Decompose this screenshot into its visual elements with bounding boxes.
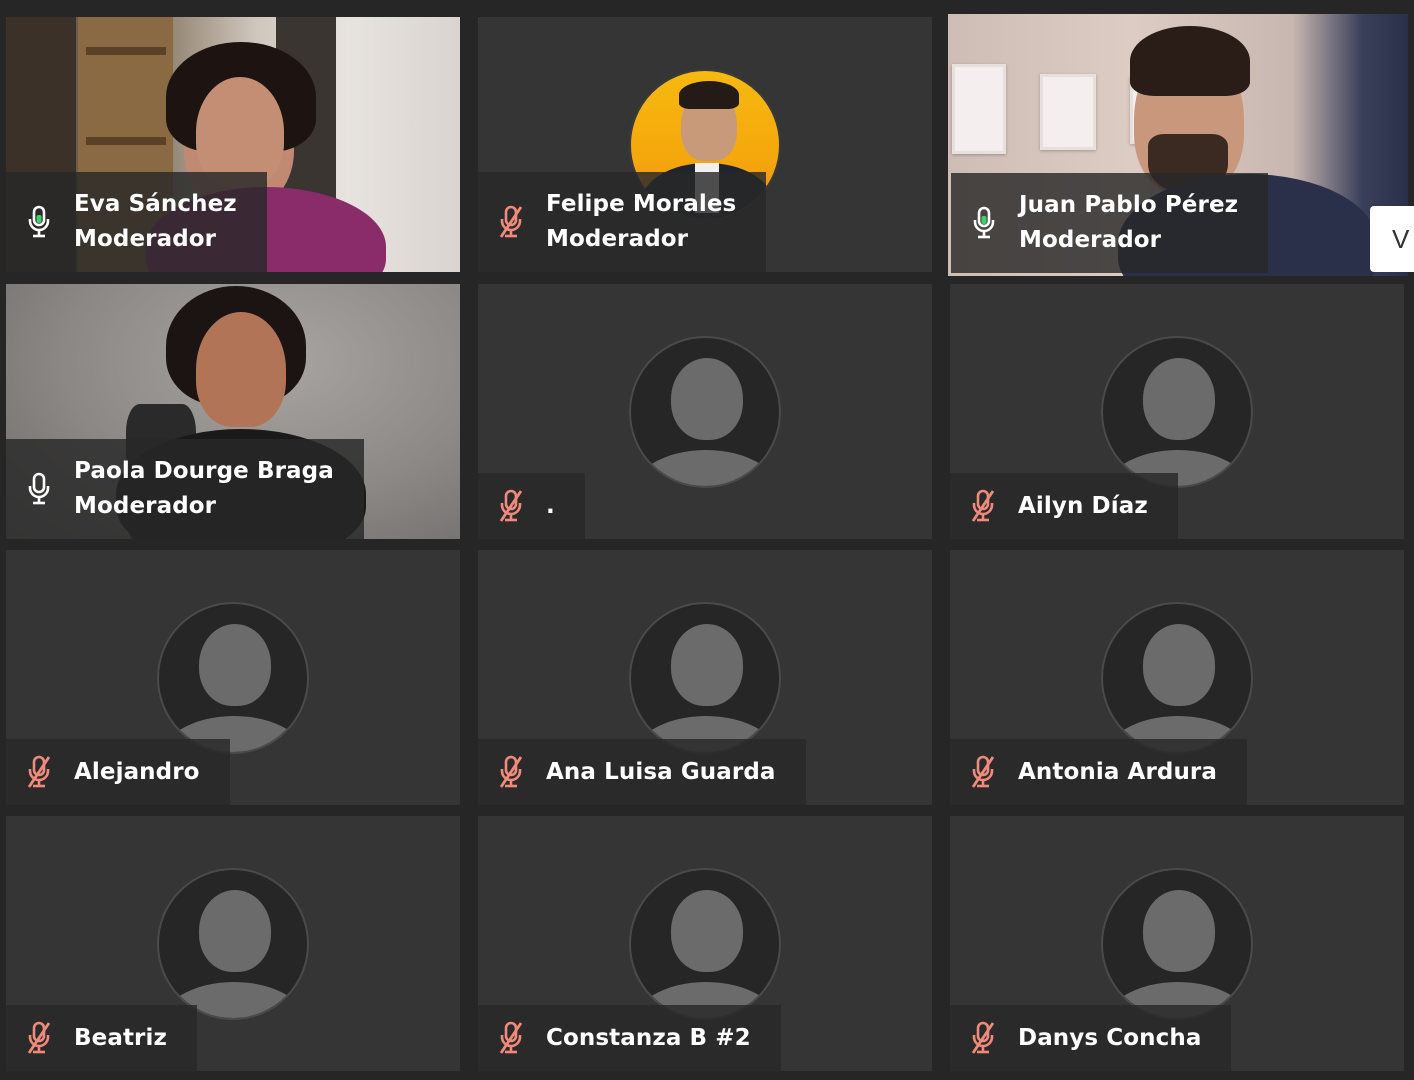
default-avatar-icon [629, 867, 781, 1020]
microphone-muted-icon [970, 755, 996, 789]
microphone-muted-icon [498, 755, 524, 789]
participant-tile-paola[interactable]: Paola Dourge Braga Moderador [6, 284, 460, 539]
participant-name: Constanza B #2 [546, 1024, 751, 1051]
participant-tile-danys[interactable]: Danys Concha [950, 816, 1404, 1071]
participant-name-badge: Ailyn Díaz [950, 473, 1178, 539]
participant-tile-dot[interactable]: . [478, 284, 932, 539]
participant-name: Antonia Ardura [1018, 758, 1217, 785]
participant-name-badge: Beatriz [6, 1005, 197, 1071]
participant-tile-juan-pablo[interactable]: Juan Pablo Pérez Moderador [948, 14, 1408, 276]
default-avatar-icon [1101, 867, 1253, 1020]
participant-name: Beatriz [74, 1024, 167, 1051]
participant-name: Alejandro [74, 758, 200, 785]
microphone-muted-icon [26, 755, 52, 789]
participant-tile-beatriz[interactable]: Beatriz [6, 816, 460, 1071]
participant-name-badge: Paola Dourge Braga Moderador [6, 439, 364, 539]
participant-name: Eva Sánchez [74, 191, 237, 217]
microphone-muted-icon [498, 489, 524, 523]
microphone-muted-icon [970, 1021, 996, 1055]
microphone-on-icon [26, 205, 52, 239]
participant-tile-ana-luisa[interactable]: Ana Luisa Guarda [478, 550, 932, 805]
participant-name-badge: Antonia Ardura [950, 739, 1247, 805]
participant-name-badge: Ana Luisa Guarda [478, 739, 806, 805]
participant-name: Paola Dourge Braga [74, 458, 334, 484]
microphone-on-icon [971, 206, 997, 240]
microphone-muted-icon [498, 1021, 524, 1055]
participant-name-badge: Eva Sánchez Moderador [6, 172, 267, 272]
participant-name: Felipe Morales [546, 191, 737, 217]
participant-tile-ailyn[interactable]: Ailyn Díaz [950, 284, 1404, 539]
participant-name: Ailyn Díaz [1018, 492, 1148, 519]
participant-name: Ana Luisa Guarda [546, 758, 776, 785]
participant-name-badge: Felipe Morales Moderador [478, 172, 767, 272]
microphone-muted-icon [26, 1021, 52, 1055]
default-avatar-icon [629, 335, 781, 488]
participant-tile-eva[interactable]: Eva Sánchez Moderador [6, 17, 460, 272]
participant-name-badge: Alejandro [6, 739, 230, 805]
microphone-muted-icon [498, 205, 524, 239]
participant-name-badge: Danys Concha [950, 1005, 1232, 1071]
participant-name-badge: Constanza B #2 [478, 1005, 781, 1071]
default-avatar-icon [629, 601, 781, 754]
default-avatar-icon [1101, 601, 1253, 754]
participant-name-badge: Juan Pablo Pérez Moderador [951, 173, 1269, 273]
participant-name: Danys Concha [1018, 1024, 1202, 1051]
participant-tile-antonia[interactable]: Antonia Ardura [950, 550, 1404, 805]
participant-tile-felipe[interactable]: Felipe Morales Moderador [478, 17, 932, 272]
participant-role: Moderador [1019, 227, 1162, 253]
default-avatar-icon [157, 601, 309, 754]
participant-role: Moderador [546, 226, 689, 252]
default-avatar-icon [157, 867, 309, 1020]
side-panel-peek[interactable]: V [1370, 206, 1414, 272]
participant-tile-constanza[interactable]: Constanza B #2 [478, 816, 932, 1071]
participant-role: Moderador [74, 226, 217, 252]
participant-role: Moderador [74, 493, 217, 519]
default-avatar-icon [1101, 335, 1253, 488]
microphone-icon [26, 472, 52, 506]
microphone-muted-icon [970, 489, 996, 523]
participant-name-badge: . [478, 473, 585, 539]
participant-name: Juan Pablo Pérez [1019, 192, 1239, 218]
participant-tile-alejandro[interactable]: Alejandro [6, 550, 460, 805]
participant-name: . [546, 492, 555, 519]
